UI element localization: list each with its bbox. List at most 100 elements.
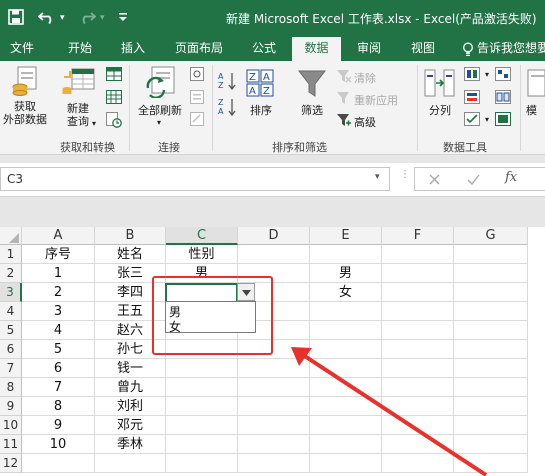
tab-data[interactable]: 数据 (292, 37, 341, 61)
undo-dropdown-icon[interactable]: ▾ (60, 13, 65, 23)
column-header-f[interactable]: F (382, 227, 454, 245)
cell-f1[interactable] (382, 245, 454, 264)
show-queries-icon[interactable] (106, 67, 122, 81)
sort-button[interactable]: 排序 (244, 104, 278, 117)
text-to-columns-button[interactable]: 分列 (422, 104, 458, 117)
column-header-c[interactable]: C (166, 227, 238, 245)
dropdown-icon[interactable]: ▾ (485, 70, 489, 79)
column-header-a[interactable]: A (22, 227, 95, 245)
row-header-2[interactable]: 2 (0, 264, 22, 283)
select-all-corner[interactable] (0, 227, 22, 245)
cell-g5[interactable] (454, 321, 528, 340)
row-header-8[interactable]: 8 (0, 378, 22, 397)
cell-c12[interactable] (166, 454, 238, 473)
cell-b1[interactable]: 姓名 (95, 245, 166, 264)
redo-dropdown-icon[interactable]: ▾ (100, 13, 105, 23)
cell-b8[interactable]: 曾九 (95, 378, 166, 397)
cell-a6[interactable]: 5 (22, 340, 95, 359)
undo-icon[interactable] (37, 9, 56, 29)
cell-b7[interactable]: 钱一 (95, 359, 166, 378)
cell-f3[interactable] (382, 283, 454, 302)
cell-f5[interactable] (382, 321, 454, 340)
cell-e4[interactable] (310, 302, 382, 321)
manage-data-model-icon[interactable] (495, 112, 511, 126)
row-header-10[interactable]: 10 (0, 416, 22, 435)
connections-icon[interactable] (190, 67, 204, 81)
consolidate-icon[interactable] (495, 67, 511, 81)
cell-g4[interactable] (454, 302, 528, 321)
advanced-button[interactable]: 高级 (354, 114, 376, 130)
lightbulb-icon[interactable] (462, 42, 474, 60)
clear-button[interactable]: 清除 (354, 70, 376, 86)
row-header-4[interactable]: 4 (0, 302, 22, 321)
edit-links-icon[interactable] (190, 112, 204, 126)
cell-a10[interactable]: 9 (22, 416, 95, 435)
cell-g3[interactable] (454, 283, 528, 302)
refresh-dropdown-icon[interactable]: ▾ (157, 118, 161, 127)
tab-formulas[interactable]: 公式 (244, 37, 284, 61)
remove-duplicates-icon[interactable] (464, 90, 480, 104)
filter-button[interactable]: 筛选 (294, 104, 330, 117)
row-header-7[interactable]: 7 (0, 359, 22, 378)
cell-a2[interactable]: 1 (22, 264, 95, 283)
data-validation-icon[interactable] (464, 112, 480, 126)
column-header-g[interactable]: G (454, 227, 528, 245)
cancel-icon[interactable] (429, 174, 440, 185)
cell-d1[interactable] (238, 245, 310, 264)
cell-e1[interactable] (310, 245, 382, 264)
cell-b12[interactable] (95, 454, 166, 473)
properties-icon[interactable] (190, 90, 204, 104)
new-query-dropdown-icon[interactable]: ▾ (92, 119, 96, 128)
cell-f4[interactable] (382, 302, 454, 321)
cell-c11[interactable] (166, 435, 238, 454)
dropdown-icon[interactable]: ▾ (485, 115, 489, 124)
cell-c9[interactable] (166, 397, 238, 416)
sort-ascending-icon[interactable]: AZ (218, 71, 238, 91)
tab-home[interactable]: 开始 (60, 37, 100, 61)
cell-a3[interactable]: 2 (22, 283, 95, 302)
cell-c10[interactable] (166, 416, 238, 435)
tab-review[interactable]: 审阅 (348, 37, 390, 61)
save-icon[interactable] (8, 9, 24, 29)
column-header-d[interactable]: D (238, 227, 310, 245)
cell-a12[interactable] (22, 454, 95, 473)
get-external-data-button[interactable]: 获取 外部数据 (0, 100, 50, 126)
cell-c7[interactable] (166, 359, 238, 378)
advanced-filter-icon[interactable] (336, 113, 352, 127)
cell-a5[interactable]: 4 (22, 321, 95, 340)
cell-e3[interactable]: 女 (310, 283, 382, 302)
redo-icon[interactable] (78, 9, 97, 29)
cell-b9[interactable]: 刘利 (95, 397, 166, 416)
row-header-3[interactable]: 3 (0, 283, 22, 302)
cell-a7[interactable]: 6 (22, 359, 95, 378)
column-header-b[interactable]: B (95, 227, 166, 245)
recent-sources-icon[interactable] (106, 112, 122, 128)
cell-a11[interactable]: 10 (22, 435, 95, 454)
sort-descending-icon[interactable]: ZA (218, 97, 238, 117)
from-table-icon[interactable] (106, 90, 122, 104)
tab-file[interactable]: 文件 (0, 37, 44, 61)
cell-b10[interactable]: 邓元 (95, 416, 166, 435)
row-header-5[interactable]: 5 (0, 321, 22, 340)
name-box-dropdown-icon[interactable]: ▾ (375, 172, 380, 182)
column-header-e[interactable]: E (310, 227, 382, 245)
cell-a4[interactable]: 3 (22, 302, 95, 321)
customize-toolbar-icon[interactable] (118, 11, 128, 26)
tell-me-search[interactable]: 告诉我您想要做 (477, 37, 545, 61)
refresh-all-button[interactable]: 全部刷新 (132, 104, 188, 117)
cell-a9[interactable]: 8 (22, 397, 95, 416)
row-header-9[interactable]: 9 (0, 397, 22, 416)
row-header-11[interactable]: 11 (0, 435, 22, 454)
tab-view[interactable]: 视图 (402, 37, 444, 61)
tab-insert[interactable]: 插入 (112, 37, 154, 61)
cell-f2[interactable] (382, 264, 454, 283)
name-box[interactable]: C3 ▾ (0, 167, 390, 191)
cell-g2[interactable] (454, 264, 528, 283)
reapply-button[interactable]: 重新应用 (354, 92, 398, 108)
formula-bar-grip-icon[interactable]: ⋮ (400, 169, 410, 180)
relationships-icon[interactable] (495, 90, 511, 104)
row-header-12[interactable]: 12 (0, 454, 22, 473)
cell-a8[interactable]: 7 (22, 378, 95, 397)
cell-b11[interactable]: 季林 (95, 435, 166, 454)
insert-function-icon[interactable]: fx (505, 170, 517, 185)
